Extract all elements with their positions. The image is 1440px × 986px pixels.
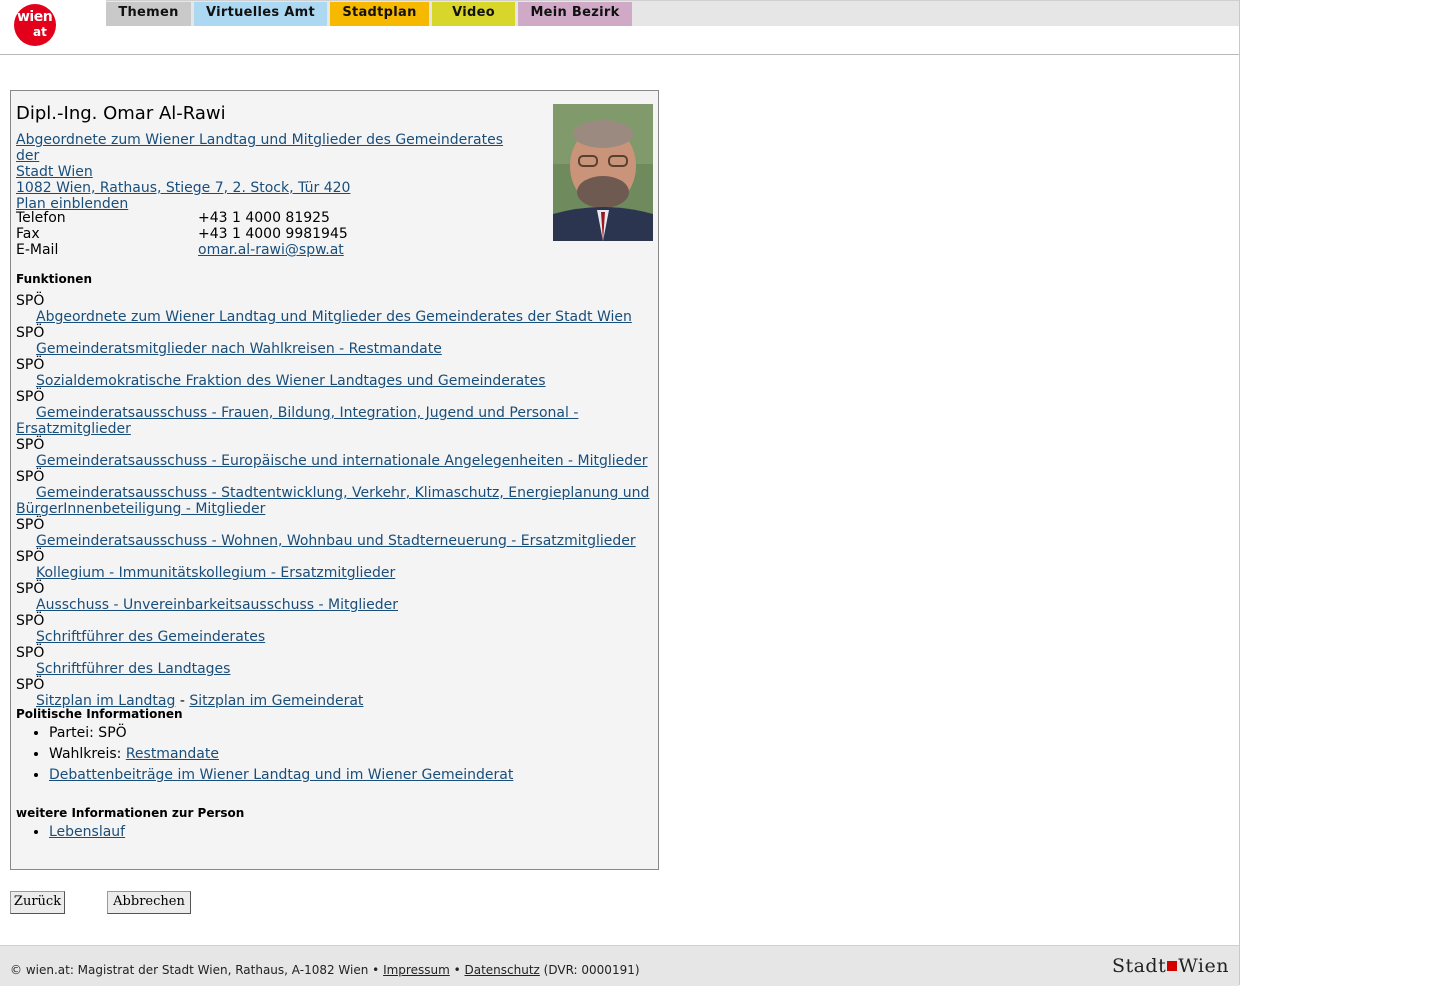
datenschutz-link[interactable]: Datenschutz <box>464 963 539 977</box>
funktion-link[interactable]: Schriftführer des Gemeinderates <box>16 629 656 645</box>
wien-at-logo[interactable]: wien at <box>14 4 56 46</box>
politische-informationen-heading: Politische Informationen <box>16 707 183 721</box>
main-navigation: Themen Virtuelles Amt Stadtplan Video Me… <box>106 0 1239 26</box>
lebenslauf-item: Lebenslauf <box>49 822 125 843</box>
wahlkreis-label: Wahlkreis: <box>49 746 126 762</box>
funktion-item: SPÖ Schriftführer des Landtages <box>16 645 656 677</box>
funktion-party: SPÖ <box>16 645 45 661</box>
brand-wien: Wien <box>1178 955 1229 977</box>
funktion-item: SPÖ Ausschuss - Unvereinbarkeitsausschuss… <box>16 581 656 613</box>
footer-dvr: (DVR: 0000191) <box>539 963 640 977</box>
contact-info: Telefon +43 1 4000 81925 Fax +43 1 4000 … <box>16 210 416 258</box>
funktion-link[interactable]: Gemeinderatsausschuss - Wohnen, Wohnbau … <box>16 533 656 549</box>
weitere-informationen-heading: weitere Informationen zur Person <box>16 806 245 820</box>
page: wien at Themen Virtuelles Amt Stadtplan … <box>0 0 1240 986</box>
funktion-link[interactable]: Gemeinderatsausschuss - Stadtentwicklung… <box>16 485 656 517</box>
person-details-panel: Dipl.-Ing. Omar Al-Rawi Abgeordnete zum … <box>10 90 659 870</box>
phone-value: +43 1 4000 81925 <box>198 210 330 226</box>
funktion-party: SPÖ <box>16 293 45 309</box>
contact-row-phone: Telefon +43 1 4000 81925 <box>16 210 416 226</box>
funktionen-heading: Funktionen <box>16 272 92 286</box>
email-link[interactable]: omar.al-rawi@spw.at <box>198 242 344 258</box>
sitzplan-gemeinderat-link[interactable]: Sitzplan im Gemeinderat <box>189 693 363 709</box>
cancel-button[interactable]: Abbrechen <box>107 891 191 914</box>
contact-row-email: E-Mail omar.al-rawi@spw.at <box>16 242 416 258</box>
role-link-line1[interactable]: Abgeordnete zum Wiener Landtag und Mitgl… <box>16 132 516 164</box>
funktion-link[interactable]: Gemeinderatsmitglieder nach Wahlkreisen … <box>16 341 656 357</box>
funktion-party: SPÖ <box>16 549 45 565</box>
tab-themen[interactable]: Themen <box>106 2 191 26</box>
wahlkreis-item: Wahlkreis: Restmandate <box>49 744 513 765</box>
debatten-item: Debattenbeiträge im Wiener Landtag und i… <box>49 765 513 786</box>
funktion-link[interactable]: Schriftführer des Landtages <box>16 661 656 677</box>
portrait-image <box>553 104 653 241</box>
weitere-informationen-list: Lebenslauf <box>16 822 125 843</box>
funktion-party: SPÖ <box>16 357 45 373</box>
back-button[interactable]: Zurück <box>10 891 65 914</box>
funktion-party: SPÖ <box>16 437 45 453</box>
funktion-party: SPÖ <box>16 677 45 693</box>
brand-stadt: Stadt <box>1111 955 1167 977</box>
role-link-line2[interactable]: Stadt Wien <box>16 164 93 180</box>
contact-row-fax: Fax +43 1 4000 9981945 <box>16 226 416 242</box>
funktion-item: SPÖ Schriftführer des Gemeinderates <box>16 613 656 645</box>
person-name: Dipl.-Ing. Omar Al-Rawi <box>16 103 226 124</box>
funktion-party: SPÖ <box>16 613 45 629</box>
politische-informationen-list: Partei: SPÖ Wahlkreis: Restmandate Debat… <box>16 723 513 786</box>
stadt-wien-logo[interactable]: Stadt Wien <box>1112 955 1229 977</box>
address-link[interactable]: 1082 Wien, Rathaus, Stiege 7, 2. Stock, … <box>16 180 516 196</box>
funktion-party: SPÖ <box>16 517 45 533</box>
funktion-item: SPÖ Abgeordnete zum Wiener Landtag und Mi… <box>16 293 656 325</box>
funktion-item: SPÖ Gemeinderatsausschuss - Stadtentwickl… <box>16 469 656 517</box>
logo-text-wien: wien <box>17 9 53 25</box>
funktion-party: SPÖ <box>16 581 45 597</box>
wahlkreis-link[interactable]: Restmandate <box>126 746 219 762</box>
funktion-link[interactable]: Gemeinderatsausschuss - Frauen, Bildung,… <box>16 405 656 437</box>
footer-copyright: © wien.at: Magistrat der Stadt Wien, Rat… <box>10 963 384 977</box>
funktion-item: SPÖ Gemeinderatsausschuss - Europäische u… <box>16 437 656 469</box>
funktion-link[interactable]: Abgeordnete zum Wiener Landtag und Mitgl… <box>16 309 656 325</box>
funktion-link[interactable]: Ausschuss - Unvereinbarkeitsausschuss - … <box>16 597 656 613</box>
funktionen-list: SPÖ Abgeordnete zum Wiener Landtag und Mi… <box>16 293 656 709</box>
partei-item: Partei: SPÖ <box>49 723 513 744</box>
funktion-item: SPÖ Gemeinderatsmitglieder nach Wahlkreis… <box>16 325 656 357</box>
person-photo <box>553 104 653 241</box>
tab-virtuelles-amt[interactable]: Virtuelles Amt <box>194 2 327 26</box>
site-footer: © wien.at: Magistrat der Stadt Wien, Rat… <box>0 945 1239 986</box>
tab-video[interactable]: Video <box>432 2 515 26</box>
logo-text-at: at <box>33 25 47 39</box>
impressum-link[interactable]: Impressum <box>383 963 450 977</box>
funktion-link[interactable]: Gemeinderatsausschuss - Europäische und … <box>16 453 656 469</box>
site-header: wien at Themen Virtuelles Amt Stadtplan … <box>0 0 1239 55</box>
funktion-item: SPÖ Kollegium - Immunitätskollegium - Ers… <box>16 549 656 581</box>
funktion-link[interactable]: Kollegium - Immunitätskollegium - Ersatz… <box>16 565 656 581</box>
email-label: E-Mail <box>16 242 59 258</box>
funktion-party: SPÖ <box>16 389 45 405</box>
fax-label: Fax <box>16 226 40 242</box>
footer-separator: • <box>449 963 465 977</box>
funktion-item: SPÖ Gemeinderatsausschuss - Frauen, Bildu… <box>16 389 656 437</box>
sitzplan-item: SPÖ Sitzplan im Landtag - Sitzplan im Ge… <box>16 677 656 709</box>
fax-value: +43 1 4000 9981945 <box>198 226 348 242</box>
funktion-item: SPÖ Sozialdemokratische Fraktion des Wien… <box>16 357 656 389</box>
tab-stadtplan[interactable]: Stadtplan <box>330 2 429 26</box>
tab-mein-bezirk[interactable]: Mein Bezirk <box>518 2 632 26</box>
person-role-address: Abgeordnete zum Wiener Landtag und Mitgl… <box>16 132 516 212</box>
wien-flag-icon <box>1167 961 1178 971</box>
funktion-party: SPÖ <box>16 469 45 485</box>
funktion-party: SPÖ <box>16 325 45 341</box>
funktion-item: SPÖ Gemeinderatsausschuss - Wohnen, Wohnb… <box>16 517 656 549</box>
funktion-link[interactable]: Sozialdemokratische Fraktion des Wiener … <box>16 373 656 389</box>
lebenslauf-link[interactable]: Lebenslauf <box>49 824 125 840</box>
phone-label: Telefon <box>16 210 66 226</box>
debatten-link[interactable]: Debattenbeiträge im Wiener Landtag und i… <box>49 767 513 783</box>
footer-text: © wien.at: Magistrat der Stadt Wien, Rat… <box>10 963 640 977</box>
